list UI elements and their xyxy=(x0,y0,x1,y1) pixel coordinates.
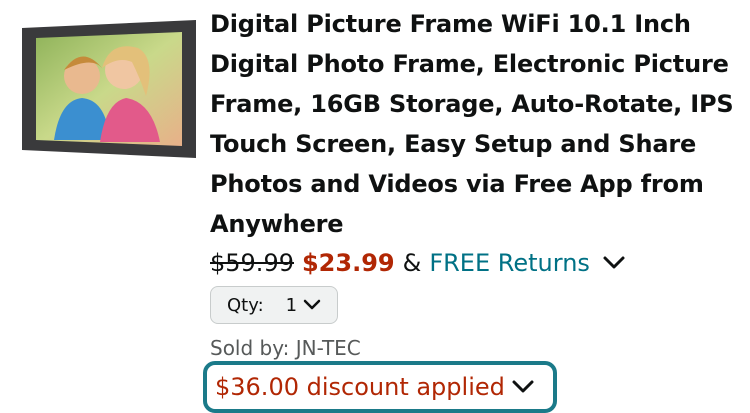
chevron-down-icon[interactable] xyxy=(602,243,626,283)
title-line: Photos and Videos via Free App from xyxy=(210,170,704,198)
title-line: Touch Screen, Easy Setup and Share xyxy=(210,130,697,158)
sale-price: $23.99 xyxy=(301,249,395,277)
ampersand: & xyxy=(402,249,422,277)
title-line: Frame, 16GB Storage, Auto-Rotate, IPS xyxy=(210,90,734,118)
quantity-dropdown[interactable]: Qty: 1 xyxy=(210,286,338,324)
discount-applied-button[interactable]: $36.00 discount applied xyxy=(203,361,557,413)
product-title[interactable]: Digital Picture Frame WiFi 10.1 Inch Dig… xyxy=(210,4,745,244)
title-line: Digital Picture Frame WiFi 10.1 Inch xyxy=(210,10,691,38)
chevron-down-icon xyxy=(511,373,535,401)
list-price: $59.99 xyxy=(210,249,294,277)
sold-by: Sold by: JN-TEC xyxy=(210,336,361,360)
discount-label: $36.00 discount applied xyxy=(215,373,505,401)
title-line: Anywhere xyxy=(210,210,344,238)
price-row: $59.99 $23.99 & FREE Returns xyxy=(210,243,626,283)
free-returns-link[interactable]: FREE Returns xyxy=(429,243,590,283)
chevron-down-icon xyxy=(303,295,321,316)
product-image[interactable] xyxy=(20,18,198,160)
quantity-label: Qty: xyxy=(227,294,264,316)
title-line: Digital Photo Frame, Electronic Picture xyxy=(210,50,729,78)
quantity-value: 1 xyxy=(285,294,298,316)
photo-frame-icon xyxy=(22,20,196,158)
